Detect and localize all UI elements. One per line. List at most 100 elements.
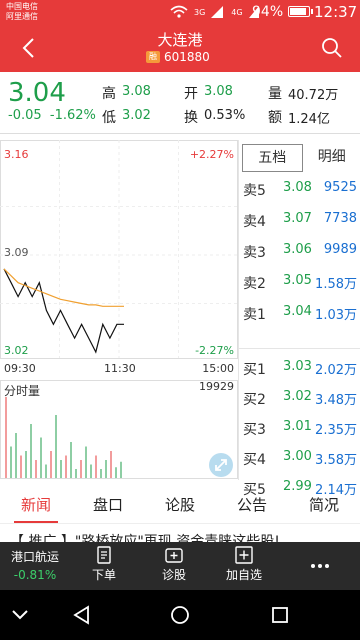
add-label: 加自选 [225,568,262,582]
pct-axis-top: +2.27% [189,148,234,161]
battery-percentage: 94% [252,4,284,20]
open-label: 开 [184,86,198,102]
sector-index[interactable]: 港口航运 -0.81% [0,542,70,590]
signal-icon [211,6,224,18]
carrier-name: 中国电信 阿里通信 [6,2,38,21]
more-icon [311,564,329,568]
time-label-midday: 11:30 [104,362,136,375]
back-triangle-icon[interactable] [70,603,94,627]
stock-name: 大连港 [157,31,203,49]
tab-announcements[interactable]: 公告 [216,488,288,523]
news-headline[interactable]: 【 推广 】"路桥放应"再现 资金青睐这些股! [10,530,350,542]
open-value: 3.08 [204,84,233,99]
quote-panel: 3.04 -0.05 -1.62% 高 3.08 低 3.02 开 3.08 换… [0,72,360,134]
bottom-toolbar: 港口航运 -0.81% 下单 诊股 加自选 [0,542,360,590]
stock-code-row: 融 601880 [146,50,210,64]
level-volume: 2.02万 [315,363,357,378]
level-label: 买4 [243,452,266,468]
series-line-average [3,268,124,307]
diagnose-icon [165,548,183,563]
sell-level-5[interactable]: 卖1 3.04 1.03万 [239,298,360,328]
level-volume: 1.58万 [315,277,357,292]
app-header: 大连港 融 601880 [0,24,360,72]
chevron-down-icon[interactable] [8,603,32,627]
time-label-open: 09:30 [4,362,36,375]
orderbook-divider [239,348,360,349]
order-label: 下单 [91,568,116,582]
series-line-price [3,268,124,354]
diagnose-label: 诊股 [161,568,186,582]
system-nav-bar [0,590,360,640]
buy-level-3[interactable]: 买3 3.01 2.35万 [239,413,360,443]
margin-badge: 融 [146,51,160,63]
tab-details[interactable]: 明细 [303,144,360,172]
level-label: 卖3 [243,245,266,261]
order-book: 五档 明细 卖5 3.08 9525 卖4 3.07 7738 卖3 3.06 9989 卖2 3.… [238,140,360,498]
buy-level-4[interactable]: 买4 3.00 3.58万 [239,443,360,473]
sell-level-4[interactable]: 卖2 3.05 1.58万 [239,267,360,297]
recents-square-icon[interactable] [268,603,292,627]
buy-level-2[interactable]: 买2 3.02 3.48万 [239,383,360,413]
level-price: 3.07 [283,211,312,226]
level-label: 卖4 [243,214,266,230]
level-label: 卖2 [243,276,266,292]
status-bar: 中国电信 阿里通信 3G 4G 94% 12:37 [0,0,360,24]
amount-label: 额 [268,110,282,126]
intraday-chart[interactable]: 3.16 +2.27% 3.09 3.02 -2.27% 09:30 11:30… [0,140,238,480]
battery-icon [288,6,313,17]
tab-discussion[interactable]: 论股 [144,488,216,523]
price-change: -0.05 -1.62% [8,108,96,123]
document-icon [97,546,111,564]
diagnose-button[interactable]: 诊股 [146,542,202,590]
add-watchlist-button[interactable]: 加自选 [216,542,272,590]
level-volume: 3.48万 [315,393,357,408]
level-price: 3.08 [283,180,312,195]
orderbook-tabs: 五档 明细 [239,144,360,172]
status-icons: 3G 4G [170,4,259,20]
level-volume: 3.58万 [315,453,357,468]
search-icon[interactable] [320,36,344,60]
add-icon [235,546,253,564]
content-tabs: 新闻 盘口 论股 公告 简况 [0,488,360,524]
more-button[interactable] [300,542,340,590]
home-circle-icon[interactable] [168,603,192,627]
tab-profile[interactable]: 简况 [288,488,360,523]
price-axis-top: 3.16 [4,148,29,161]
tab-five-levels[interactable]: 五档 [242,144,303,172]
volume-title: 分时量 [4,384,41,398]
quote-divider [0,133,360,134]
level-volume: 9525 [323,180,357,195]
level-price: 3.00 [283,449,312,464]
level-volume: 1.03万 [315,308,357,323]
tab-market[interactable]: 盘口 [72,488,144,523]
stock-code: 601880 [164,50,210,64]
low-label: 低 [102,110,116,126]
clock: 12:37 [314,3,358,21]
sector-change: -0.81% [13,568,57,582]
sell-level-1[interactable]: 卖5 3.08 9525 [239,174,360,204]
network-type: 3G [194,7,206,17]
amount-value: 1.24亿 [288,112,330,127]
order-button[interactable]: 下单 [76,542,132,590]
level-price: 3.01 [283,419,312,434]
level-price: 3.02 [283,389,312,404]
tab-news[interactable]: 新闻 [0,488,72,523]
sell-level-2[interactable]: 卖4 3.07 7738 [239,205,360,235]
level-volume: 7738 [323,211,357,226]
level-label: 卖1 [243,307,266,323]
level-volume: 9989 [323,242,357,257]
sector-name: 港口航运 [10,550,59,564]
level-price: 3.03 [283,359,312,374]
buy-level-1[interactable]: 买1 3.03 2.02万 [239,353,360,383]
wifi-icon [170,5,188,18]
turnover-label: 换 [184,110,198,126]
sell-level-3[interactable]: 卖3 3.06 9989 [239,236,360,266]
network-type-2: 4G [231,7,243,17]
level-label: 买3 [243,422,266,438]
volume-value: 40.72万 [288,88,339,103]
expand-icon[interactable] [208,452,234,478]
high-value: 3.08 [122,84,151,99]
level-volume: 2.35万 [315,423,357,438]
low-value: 3.02 [122,108,151,123]
level-price: 3.06 [283,242,312,257]
